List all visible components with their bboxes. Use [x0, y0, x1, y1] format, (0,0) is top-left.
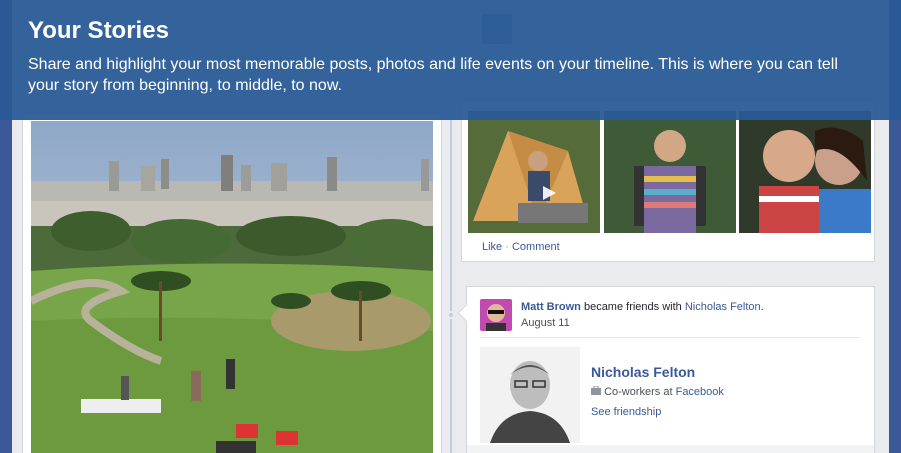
photo-strip [468, 111, 872, 233]
actor-avatar[interactable] [480, 299, 512, 331]
like-link[interactable]: Like [482, 241, 502, 253]
timeline-spine [450, 120, 452, 453]
friend-photo[interactable] [480, 347, 580, 443]
work-prefix: Co-workers at [604, 386, 673, 398]
story-date[interactable]: August 11 [521, 317, 570, 329]
park-photo[interactable] [31, 121, 433, 453]
actor-link[interactable]: Matt Brown [521, 301, 581, 313]
post-actions: Like · Comment [482, 241, 560, 253]
see-friendship-link[interactable]: See friendship [591, 406, 661, 418]
overlay-title: Your Stories [28, 17, 169, 44]
story-headline: Matt Brown became friends with Nicholas … [521, 301, 764, 313]
briefcase-icon [591, 385, 604, 398]
timeline-dot [447, 311, 455, 319]
action-separator: · [505, 241, 509, 253]
story-divider [480, 337, 860, 338]
tour-overlay: Your Stories Share and highlight your mo… [0, 0, 901, 120]
comment-link[interactable]: Comment [512, 241, 560, 253]
story-end: . [760, 301, 764, 313]
camping-photo[interactable] [468, 111, 601, 233]
friendship-story-card: Matt Brown became friends with Nicholas … [457, 286, 875, 453]
story-verb: became friends with [583, 301, 682, 313]
friend-work-info: Co-workers at Facebook [591, 385, 724, 398]
target-link[interactable]: Nicholas Felton [685, 301, 761, 313]
work-company-link[interactable]: Facebook [676, 386, 724, 398]
hiker-photo[interactable] [603, 111, 737, 233]
photo-album-card: Like · Comment [461, 100, 875, 262]
card-footer [467, 445, 874, 453]
friend-name-link[interactable]: Nicholas Felton [591, 364, 695, 380]
overlay-description: Share and highlight your most memorable … [28, 56, 838, 94]
couple-photo[interactable] [739, 111, 872, 233]
photo-card [22, 112, 442, 453]
